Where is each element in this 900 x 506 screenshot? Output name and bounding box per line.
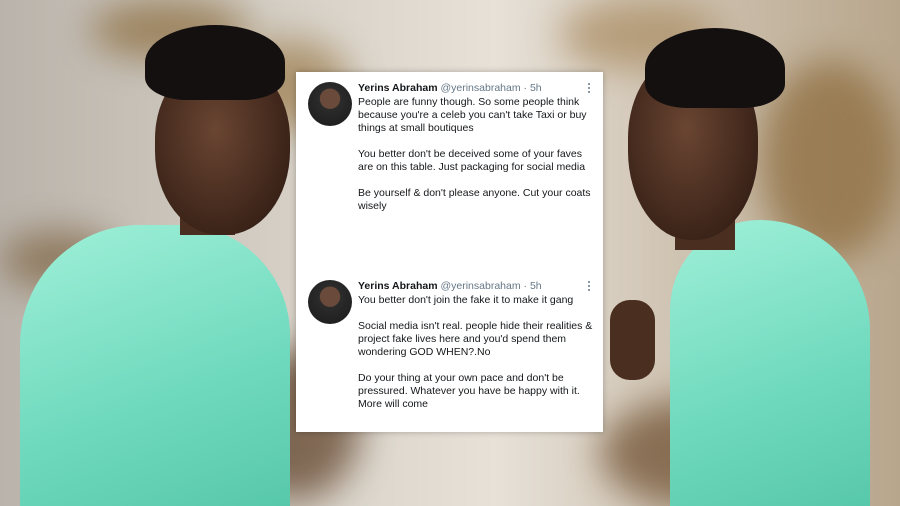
tweet-time: 5h <box>529 82 542 94</box>
tweet-paragraph: Be yourself & don't please anyone. Cut y… <box>358 187 591 212</box>
tweet-screenshot-card: Yerins Abraham @yerinsabraham · 5h Peopl… <box>296 72 603 432</box>
avatar <box>308 82 352 126</box>
author-name: Yerins Abraham <box>358 82 438 94</box>
more-options-icon[interactable] <box>587 280 591 292</box>
avatar <box>308 280 352 324</box>
tweet-time-separator: · <box>523 82 528 94</box>
photo-right-person <box>600 0 900 506</box>
more-options-icon[interactable] <box>587 82 591 94</box>
tweet-time-separator: · <box>523 280 528 292</box>
tweet-text: You better don't join the fake it to mak… <box>358 294 594 424</box>
author-name: Yerins Abraham <box>358 280 438 292</box>
author-handle: @yerinsabraham <box>440 280 521 292</box>
tweet-paragraph: Do your thing at your own pace and don't… <box>358 372 580 410</box>
tweet-paragraph: You better don't join the fake it to mak… <box>358 294 574 306</box>
tweet-header: Yerins Abraham @yerinsabraham · 5h <box>358 82 542 96</box>
tweet-header: Yerins Abraham @yerinsabraham · 5h <box>358 280 542 294</box>
author-handle: @yerinsabraham <box>440 82 521 94</box>
tweet-2: Yerins Abraham @yerinsabraham · 5h You b… <box>296 272 603 432</box>
tweet-paragraph: Social media isn't real. people hide the… <box>358 320 593 358</box>
tweet-paragraph: People are funny though. So some people … <box>358 96 587 134</box>
tweet-paragraph: You better don't be deceived some of you… <box>358 148 586 173</box>
photo-left-person <box>0 0 300 506</box>
tweet-time: 5h <box>529 280 542 292</box>
tweet-1: Yerins Abraham @yerinsabraham · 5h Peopl… <box>296 72 603 262</box>
tweet-text: People are funny though. So some people … <box>358 96 594 226</box>
